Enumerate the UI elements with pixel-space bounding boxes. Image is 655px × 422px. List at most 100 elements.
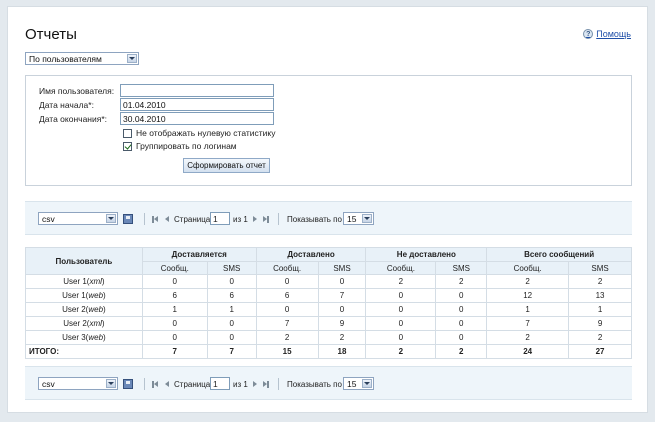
report-filter-form: Имя пользователя: Дата начала*: 01.04.20… bbox=[25, 75, 632, 186]
value-cell: 0 bbox=[255, 274, 319, 289]
value-cell: 0 bbox=[206, 274, 257, 289]
username-label: Имя пользователя: bbox=[39, 86, 115, 96]
end-date-field[interactable]: 30.04.2010 bbox=[120, 112, 274, 125]
table-row: User 1(xml) 0 0 0 0 2 2 2 2 bbox=[25, 274, 632, 289]
report-table: Пользователь Доставляется Доставлено Не … bbox=[25, 247, 632, 359]
total-cell: 24 bbox=[486, 344, 570, 359]
top-pager: csv Страница 1 из 1 Показывать по 15 bbox=[25, 201, 632, 235]
generate-report-button[interactable]: Сформировать отчет bbox=[183, 158, 270, 173]
group-by-login-checkbox[interactable] bbox=[123, 141, 132, 151]
value-cell: 0 bbox=[435, 316, 488, 331]
table-row: User 2(xml) 0 0 7 9 0 0 7 9 bbox=[25, 316, 632, 331]
value-cell: 2 bbox=[435, 274, 488, 289]
page-number-input[interactable]: 1 bbox=[210, 377, 230, 390]
value-cell: 2 bbox=[486, 274, 570, 289]
value-cell: 0 bbox=[435, 288, 488, 303]
value-cell: 1 bbox=[486, 302, 570, 317]
value-cell: 2 bbox=[486, 330, 570, 345]
page-number-input[interactable]: 1 bbox=[210, 212, 230, 225]
total-cell: 27 bbox=[568, 344, 632, 359]
page-size-select[interactable]: 15 bbox=[343, 377, 374, 390]
username-field[interactable] bbox=[120, 84, 274, 97]
prev-page-icon[interactable] bbox=[163, 380, 171, 388]
page-label: Страница bbox=[174, 215, 211, 224]
col-group-total: Всего сообщений bbox=[486, 247, 632, 262]
value-cell: 0 bbox=[206, 316, 257, 331]
table-row: User 2(web) 1 1 0 0 0 0 1 1 bbox=[25, 302, 632, 317]
page-count: из 1 bbox=[233, 380, 248, 389]
page-size-select[interactable]: 15 bbox=[343, 212, 374, 225]
start-date-label: Дата начала*: bbox=[39, 100, 94, 110]
col-sub-sms: SMS bbox=[317, 261, 367, 275]
col-group-undelivered: Не доставлено bbox=[365, 247, 488, 262]
user-cell: User 1(web) bbox=[25, 288, 143, 303]
first-page-icon[interactable] bbox=[151, 380, 159, 388]
last-page-icon[interactable] bbox=[262, 215, 270, 223]
value-cell: 9 bbox=[568, 316, 632, 331]
value-cell: 2 bbox=[568, 274, 632, 289]
prev-page-icon[interactable] bbox=[163, 215, 171, 223]
first-page-icon[interactable] bbox=[151, 215, 159, 223]
save-icon[interactable] bbox=[123, 214, 133, 224]
value-cell: 1 bbox=[568, 302, 632, 317]
value-cell: 7 bbox=[317, 288, 367, 303]
chevron-down-icon bbox=[106, 214, 116, 223]
col-sub-sms: SMS bbox=[568, 261, 632, 275]
report-type-select[interactable]: По пользователям bbox=[25, 52, 139, 65]
total-cell: 18 bbox=[317, 344, 367, 359]
total-cell: 7 bbox=[141, 344, 208, 359]
page-size-label: Показывать по bbox=[287, 380, 342, 389]
export-format-value: csv bbox=[42, 378, 55, 389]
col-sub-messages: Сообщ. bbox=[141, 261, 208, 275]
value-cell: 0 bbox=[435, 302, 488, 317]
value-cell: 0 bbox=[365, 316, 437, 331]
value-cell: 0 bbox=[141, 316, 208, 331]
help-link[interactable]: ? Помощь bbox=[583, 29, 631, 39]
value-cell: 1 bbox=[206, 302, 257, 317]
page-size-value: 15 bbox=[347, 378, 357, 389]
last-page-icon[interactable] bbox=[262, 380, 270, 388]
value-cell: 2 bbox=[568, 330, 632, 345]
page-size-label: Показывать по bbox=[287, 215, 342, 224]
value-cell: 0 bbox=[435, 330, 488, 345]
total-row: ИТОГО: 7 7 15 18 2 2 24 27 bbox=[25, 344, 632, 359]
user-cell: User 3(web) bbox=[25, 330, 143, 345]
page-title: Отчеты bbox=[25, 26, 77, 43]
col-sub-sms: SMS bbox=[435, 261, 488, 275]
total-cell: 15 bbox=[255, 344, 319, 359]
value-cell: 1 bbox=[141, 302, 208, 317]
chevron-down-icon bbox=[127, 54, 137, 63]
user-cell: User 2(web) bbox=[25, 302, 143, 317]
chevron-down-icon bbox=[106, 379, 116, 388]
total-label: ИТОГО: bbox=[25, 344, 143, 359]
value-cell: 0 bbox=[317, 302, 367, 317]
total-cell: 2 bbox=[365, 344, 437, 359]
col-sub-messages: Сообщ. bbox=[486, 261, 570, 275]
export-format-select[interactable]: csv bbox=[38, 212, 118, 225]
value-cell: 0 bbox=[317, 274, 367, 289]
report-type-value: По пользователям bbox=[29, 53, 102, 64]
value-cell: 7 bbox=[255, 316, 319, 331]
page-label: Страница bbox=[174, 380, 211, 389]
page-count: из 1 bbox=[233, 215, 248, 224]
save-icon[interactable] bbox=[123, 379, 133, 389]
separator bbox=[144, 378, 145, 390]
hide-zero-option[interactable]: Не отображать нулевую статистику bbox=[123, 128, 275, 138]
hide-zero-checkbox[interactable] bbox=[123, 128, 132, 138]
group-by-login-option[interactable]: Группировать по логинам bbox=[123, 141, 237, 151]
next-page-icon[interactable] bbox=[251, 215, 259, 223]
table-body: User 1(xml) 0 0 0 0 2 2 2 2 User 1(web) … bbox=[25, 274, 632, 359]
value-cell: 9 bbox=[317, 316, 367, 331]
value-cell: 0 bbox=[365, 288, 437, 303]
start-date-field[interactable]: 01.04.2010 bbox=[120, 98, 274, 111]
col-sub-sms: SMS bbox=[206, 261, 257, 275]
next-page-icon[interactable] bbox=[251, 380, 259, 388]
export-format-select[interactable]: csv bbox=[38, 377, 118, 390]
user-cell: User 1(xml) bbox=[25, 274, 143, 289]
export-format-value: csv bbox=[42, 213, 55, 224]
value-cell: 2 bbox=[317, 330, 367, 345]
chevron-down-icon bbox=[362, 214, 372, 223]
value-cell: 0 bbox=[141, 330, 208, 345]
col-sub-messages: Сообщ. bbox=[365, 261, 437, 275]
table-row: User 3(web) 0 0 2 2 0 0 2 2 bbox=[25, 330, 632, 345]
